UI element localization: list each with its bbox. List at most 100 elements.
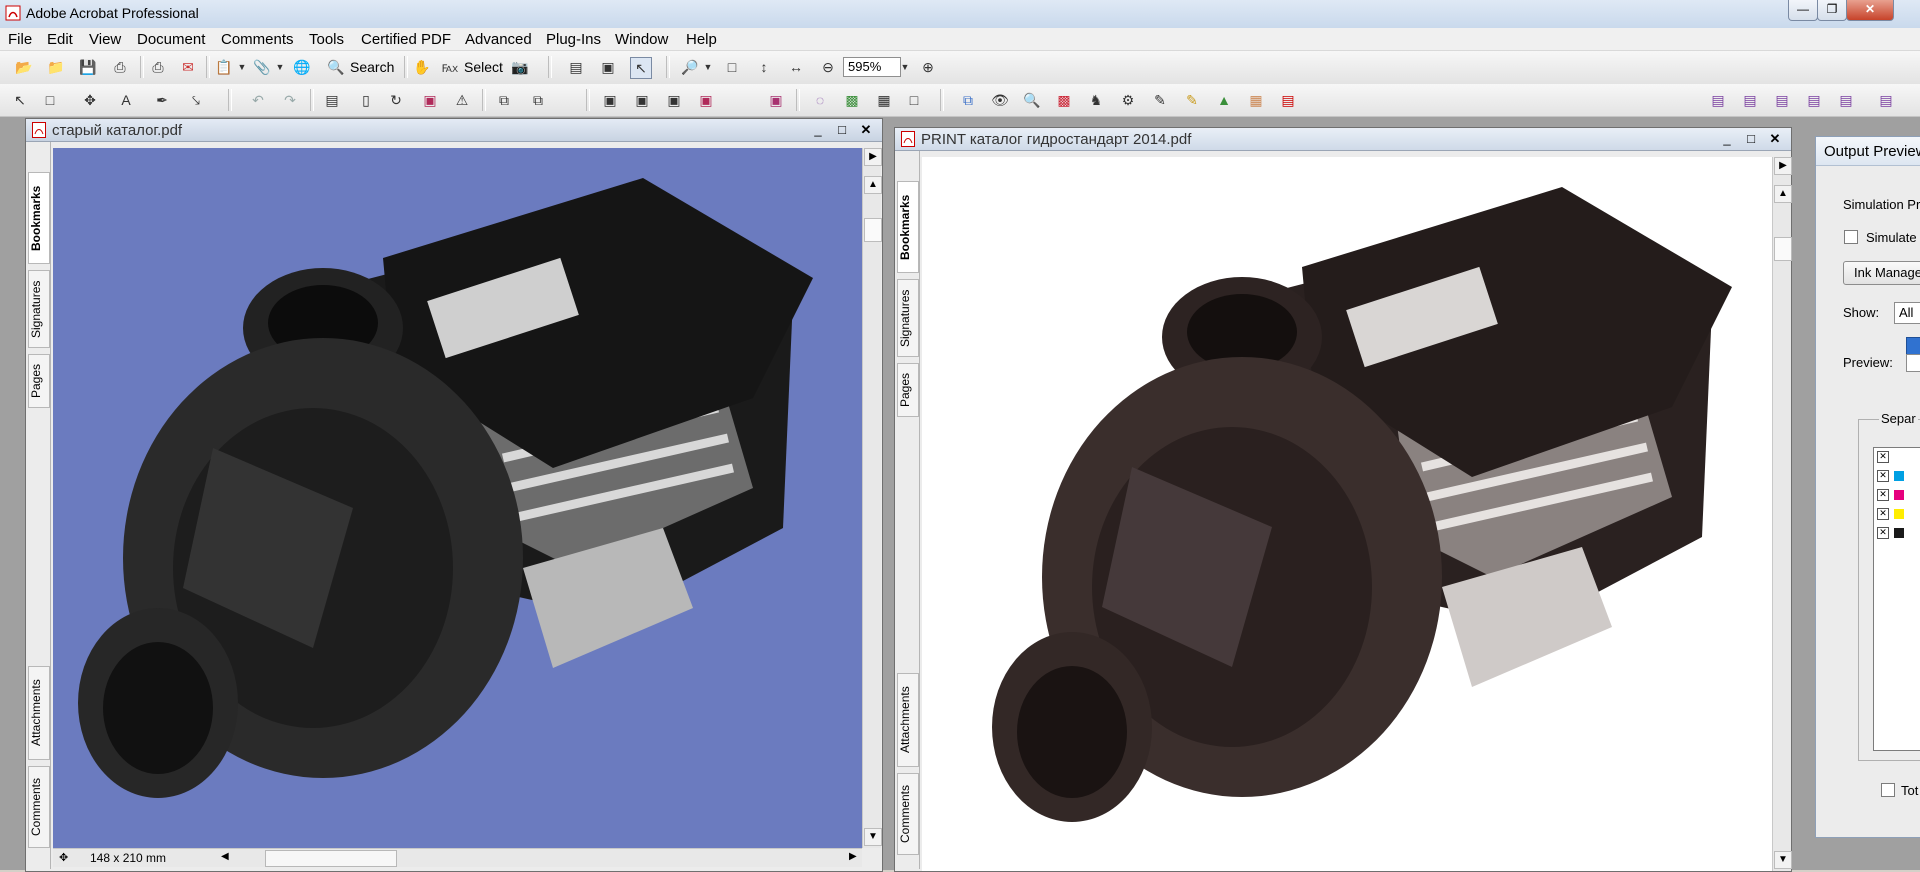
chevron-down-icon[interactable]: ▼ (698, 57, 718, 77)
hand-tool-icon[interactable]: ✋ (412, 57, 432, 77)
page-icon[interactable]: ▤ (322, 90, 342, 110)
snapshot-icon[interactable]: 📷 (510, 57, 530, 77)
layer-1-icon[interactable]: ▣ (600, 90, 620, 110)
preflight-1-icon[interactable]: ▤ (1708, 90, 1728, 110)
scroll-thumb[interactable] (1774, 237, 1792, 261)
close-button[interactable]: ✕ (1846, 0, 1894, 21)
export-icon[interactable]: 📋 (214, 57, 234, 77)
fit-page-icon[interactable]: ↕ (754, 57, 774, 77)
search-icon[interactable]: 🔍 (326, 57, 346, 77)
separation-checkbox[interactable]: ✕ (1877, 470, 1889, 482)
email-icon[interactable]: ✉ (178, 57, 198, 77)
tab-pages[interactable]: Pages (897, 363, 919, 417)
layer-2-icon[interactable]: ▣ (632, 90, 652, 110)
zoom-in-icon[interactable]: 🔎 (680, 57, 700, 77)
scroll-down-icon[interactable]: ▼ (1774, 851, 1792, 869)
preflight-icon[interactable]: ▣ (420, 90, 440, 110)
separation-checkbox[interactable]: ✕ (1877, 508, 1889, 520)
highlighter-icon[interactable]: ✎ (1182, 90, 1202, 110)
tab-signatures[interactable]: Signatures (28, 270, 50, 348)
pages-icon[interactable]: ⧉ (958, 90, 978, 110)
menu-help[interactable]: Help (686, 31, 717, 48)
menu-plug-ins[interactable]: Plug-Ins (546, 31, 601, 48)
preflight-3-icon[interactable]: ▤ (1772, 90, 1792, 110)
page-view[interactable] (922, 157, 1772, 871)
menu-certified-pdf[interactable]: Certified PDF (361, 31, 451, 48)
pen-tool-icon[interactable]: ✒ (152, 90, 172, 110)
crop-icon[interactable]: □ (904, 90, 924, 110)
menu-tools[interactable]: Tools (309, 31, 344, 48)
ink-manager-button[interactable]: Ink Manage (1843, 261, 1920, 285)
paste-icon[interactable]: ⧉ (528, 90, 548, 110)
select-button[interactable]: Select (464, 59, 503, 75)
preview-color-warnings-radio[interactable] (1906, 354, 1920, 372)
convert-colors-icon[interactable]: ▩ (842, 90, 862, 110)
crosshair-tool-icon[interactable]: ✥ (80, 90, 100, 110)
flatten-icon[interactable]: ▦ (1246, 90, 1266, 110)
scroll-thumb[interactable] (864, 218, 882, 242)
rotate-icon[interactable]: ↻ (386, 90, 406, 110)
rectangle-tool-icon[interactable]: □ (40, 90, 60, 110)
menu-view[interactable]: View (89, 31, 121, 48)
menu-document[interactable]: Document (137, 31, 205, 48)
print-icon[interactable]: ⎙ (110, 57, 130, 77)
scroll-left-icon[interactable]: ◀ (221, 851, 229, 862)
select-object-icon[interactable]: ↖ (630, 57, 652, 79)
create-pdf-icon[interactable]: 📂 (14, 57, 34, 77)
zoom-input[interactable]: 595% (843, 57, 901, 77)
copy-icon[interactable]: ⧉ (494, 90, 514, 110)
object-touchup-icon[interactable]: ▣ (598, 57, 618, 77)
text-touchup-icon[interactable]: ▤ (566, 57, 586, 77)
scroll-up-icon[interactable]: ▲ (864, 176, 882, 194)
trap-icon[interactable]: ◌ (810, 90, 830, 110)
menu-advanced[interactable]: Advanced (465, 31, 532, 48)
minimize-button[interactable]: — (1788, 0, 1818, 21)
horizontal-scrollbar[interactable]: ✥ 148 x 210 mm ◀ ▶ (53, 848, 862, 867)
vertical-scrollbar[interactable]: ▶ ▲ ▼ (862, 148, 882, 848)
move-tool-icon[interactable]: ⤥ (186, 90, 206, 110)
separation-checkbox[interactable]: ✕ (1877, 527, 1889, 539)
zoom-out-icon[interactable]: ⊖ (818, 57, 838, 77)
simulate-checkbox[interactable] (1844, 230, 1858, 244)
output-preview-icon[interactable]: ▦ (874, 90, 894, 110)
save-icon[interactable]: 💾 (78, 57, 98, 77)
doc-maximize-button[interactable]: □ (1741, 130, 1761, 147)
doc-minimize-button[interactable]: _ (1717, 130, 1737, 147)
tab-attachments[interactable]: Attachments (897, 673, 919, 767)
fix-hairlines-icon[interactable]: ▣ (766, 90, 786, 110)
doc-minimize-button[interactable]: _ (808, 121, 828, 138)
scroll-right-icon[interactable]: ▶ (864, 148, 882, 166)
total-area-checkbox[interactable] (1881, 783, 1895, 797)
page-view[interactable] (53, 148, 862, 848)
color-icon[interactable]: ▩ (1054, 90, 1074, 110)
warning-icon[interactable]: ⚠ (452, 90, 472, 110)
scroll-up-icon[interactable]: ▲ (1774, 185, 1792, 203)
tab-comments[interactable]: Comments (897, 773, 919, 855)
page-navigator-icon[interactable]: ✥ (59, 851, 68, 864)
tab-comments[interactable]: Comments (28, 766, 50, 848)
separation-checkbox[interactable]: ✕ (1877, 451, 1889, 463)
separations-list[interactable]: ✕ ✕ ✕ ✕ ✕ (1873, 447, 1920, 751)
print-setup-icon[interactable]: ⎙ (148, 57, 168, 77)
doc-maximize-button[interactable]: □ (832, 121, 852, 138)
page-settings-icon[interactable]: ⚙ (1118, 90, 1138, 110)
fit-width-icon[interactable]: ↔ (786, 57, 806, 77)
menu-edit[interactable]: Edit (47, 31, 73, 48)
tab-bookmarks[interactable]: Bookmarks (28, 172, 50, 264)
layer-4-icon[interactable]: ▣ (696, 90, 716, 110)
maximize-button[interactable]: ❐ (1817, 0, 1847, 21)
web-icon[interactable]: 🌐 (292, 57, 312, 77)
undo-icon[interactable]: ↶ (248, 90, 268, 110)
vertical-scrollbar[interactable]: ▶ ▲ ▼ (1772, 157, 1792, 871)
scroll-right-end-icon[interactable]: ▶ (849, 851, 857, 862)
select-tool-icon[interactable]: ℻ (440, 57, 460, 77)
attach-icon[interactable]: 📎 (252, 57, 272, 77)
search-button[interactable]: Search (350, 59, 394, 75)
menu-comments[interactable]: Comments (221, 31, 294, 48)
layer-3-icon[interactable]: ▣ (664, 90, 684, 110)
scroll-down-icon[interactable]: ▼ (864, 828, 882, 846)
preview-separations-radio[interactable] (1906, 337, 1920, 355)
horizontal-scroll-thumb[interactable] (265, 850, 397, 867)
doc-close-button[interactable]: ✕ (856, 121, 876, 138)
chevron-down-icon[interactable]: ▼ (270, 57, 290, 77)
